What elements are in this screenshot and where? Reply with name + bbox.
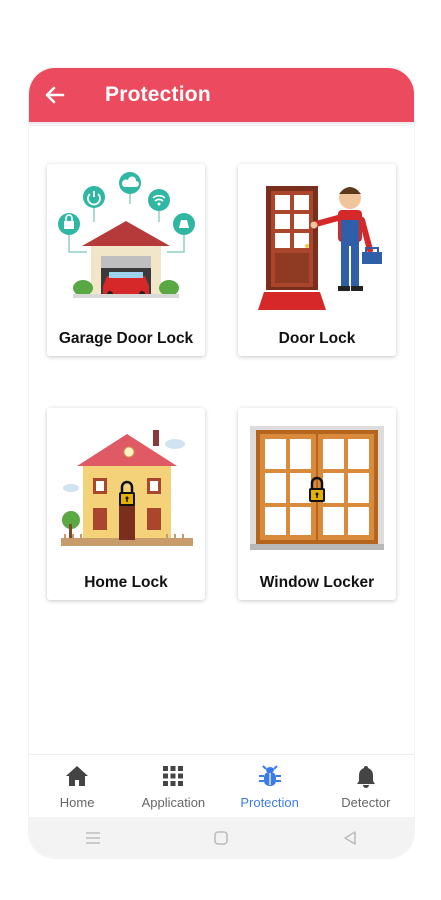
app-bar: Protection	[29, 68, 414, 122]
card-label: Home Lock	[84, 574, 168, 591]
card-home-lock[interactable]: Home Lock	[47, 408, 205, 600]
nav-label: Home	[59, 795, 95, 810]
bell-icon	[356, 766, 375, 788]
back-triangle-icon	[344, 830, 356, 845]
door-lock-illustration	[258, 186, 382, 310]
card-door-lock[interactable]: Door Lock	[238, 164, 396, 356]
menu-icon	[86, 831, 101, 844]
nav-label: Protection	[240, 795, 299, 810]
card-window-locker[interactable]: Window Locker	[238, 408, 396, 600]
nav-home[interactable]: Home	[29, 755, 125, 817]
nav-label: Application	[141, 795, 206, 810]
window-locker-illustration	[250, 426, 384, 550]
card-label: Garage Door Lock	[58, 330, 194, 347]
card-label: Window Locker	[259, 574, 375, 591]
system-home-button[interactable]	[201, 823, 241, 853]
nav-application[interactable]: Application	[125, 755, 221, 817]
system-back-button[interactable]	[330, 823, 370, 853]
grid-icon	[163, 766, 184, 786]
bug-icon	[258, 765, 281, 786]
back-button[interactable]	[31, 68, 79, 122]
arrow-left-icon	[45, 86, 65, 104]
nav-label: Detector	[341, 795, 391, 810]
home-lock-illustration	[61, 430, 193, 546]
recent-apps-button[interactable]	[73, 823, 113, 853]
nav-detector[interactable]: Detector	[318, 755, 414, 817]
home-square-icon	[214, 830, 229, 845]
system-nav-bar	[29, 817, 414, 858]
page-title: Protection	[105, 83, 211, 106]
app-bar-shadow	[29, 122, 414, 128]
bottom-navigation: Home Application Protection Detector	[29, 754, 414, 817]
garage-door-lock-illustration	[58, 172, 195, 298]
card-label: Door Lock	[278, 330, 356, 347]
card-garage-door-lock[interactable]: Garage Door Lock	[47, 164, 205, 356]
phone-screen: Protection Garage Door Lock Door Lock Ho…	[29, 68, 414, 858]
home-icon	[66, 766, 89, 786]
nav-protection[interactable]: Protection	[222, 755, 318, 817]
